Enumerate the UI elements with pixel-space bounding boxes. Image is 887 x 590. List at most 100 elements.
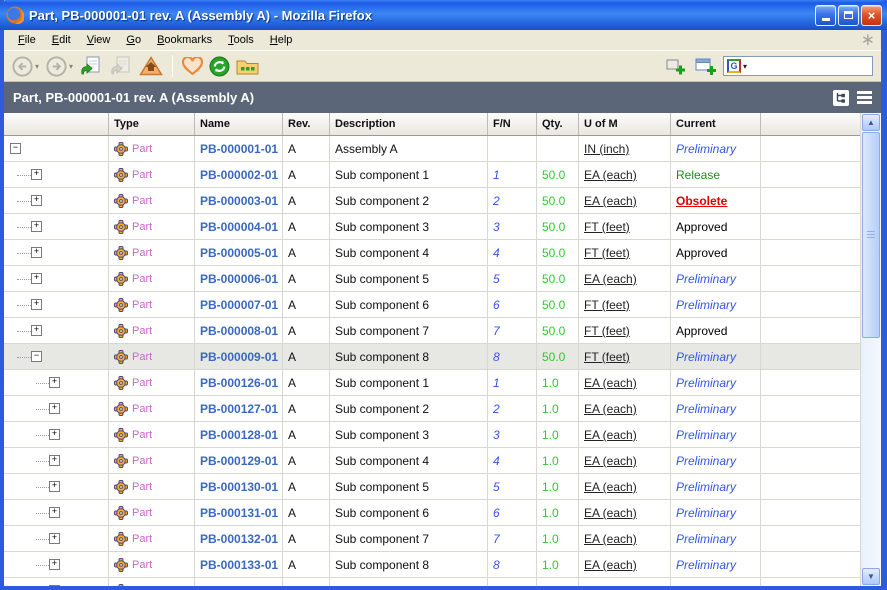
menu-file[interactable]: File (10, 31, 44, 49)
part-number-link[interactable]: PB-000128-01 (200, 428, 278, 442)
part-number-link[interactable]: PB-000132-01 (200, 532, 278, 546)
column-header-description[interactable]: Description (330, 113, 488, 135)
expand-toggle-icon[interactable]: + (31, 325, 42, 336)
expand-toggle-icon[interactable]: − (31, 351, 42, 362)
expand-toggle-icon[interactable]: + (31, 273, 42, 284)
part-number-link[interactable]: PB-000008-01 (200, 324, 278, 338)
uom-link[interactable]: FT (feet) (584, 324, 630, 338)
add-window-button[interactable] (693, 55, 719, 77)
back-dropdown-icon[interactable]: ▾ (35, 62, 39, 71)
expand-toggle-icon[interactable]: + (49, 403, 60, 414)
table-row[interactable]: + Part PB-000008-01 A Sub component 7 7 … (4, 318, 860, 344)
part-number-link[interactable]: PB-000131-01 (200, 506, 278, 520)
column-header-rev[interactable]: Rev. (283, 113, 330, 135)
column-header-name[interactable]: Name (195, 113, 283, 135)
favorites-heart-button[interactable] (181, 56, 204, 77)
uom-link[interactable]: EA (each) (584, 506, 637, 520)
part-number-link[interactable]: PB-000004-01 (200, 220, 278, 234)
google-search-icon[interactable]: G (727, 59, 741, 73)
table-row[interactable]: + Part PB-000004-01 A Sub component 3 3 … (4, 214, 860, 240)
uom-link[interactable]: EA (each) (584, 532, 637, 546)
part-number-link[interactable]: PB-000005-01 (200, 246, 278, 260)
uom-link[interactable]: FT (feet) (584, 350, 630, 364)
menu-go[interactable]: Go (118, 31, 149, 49)
table-row[interactable]: + Part PB-000129-01 A Sub component 4 4 … (4, 448, 860, 474)
column-header-type[interactable]: Type (109, 113, 195, 135)
menu-view[interactable]: View (79, 31, 119, 49)
expand-toggle-icon[interactable]: + (31, 247, 42, 258)
table-row[interactable]: + Part PB-000007-01 A Sub component 6 6 … (4, 292, 860, 318)
uom-link[interactable]: EA (each) (584, 454, 637, 468)
column-header-current[interactable]: Current (671, 113, 761, 135)
column-header-fn[interactable]: F/N (488, 113, 537, 135)
reload-page-button[interactable] (78, 54, 104, 78)
expand-toggle-icon[interactable]: + (49, 585, 60, 586)
expand-toggle-icon[interactable]: − (10, 143, 21, 154)
home-button[interactable] (138, 55, 164, 77)
expand-toggle-icon[interactable]: + (31, 299, 42, 310)
bom-tree-view-icon[interactable] (833, 90, 849, 106)
uom-link[interactable]: EA (each) (584, 402, 637, 416)
uom-link[interactable]: EA (each) (584, 168, 637, 182)
scroll-down-button[interactable]: ▼ (862, 568, 880, 585)
part-number-link[interactable]: PB-000002-01 (200, 168, 278, 182)
forward-button[interactable]: ▾ (44, 54, 74, 79)
refresh-button[interactable] (208, 55, 231, 78)
part-number-link[interactable]: PB-000006-01 (200, 272, 278, 286)
column-header-expand[interactable] (4, 113, 109, 135)
expand-toggle-icon[interactable]: + (49, 481, 60, 492)
part-number-link[interactable]: PB-000126-01 (200, 376, 278, 390)
uom-link[interactable]: FT (feet) (584, 246, 630, 260)
table-row[interactable]: + Part (4, 578, 860, 586)
minimize-button[interactable] (815, 5, 836, 26)
search-engine-dropdown-icon[interactable]: ▾ (743, 62, 747, 71)
folder-button[interactable] (235, 57, 260, 76)
maximize-button[interactable] (838, 5, 859, 26)
column-header-qty[interactable]: Qty. (537, 113, 579, 135)
table-row[interactable]: + Part PB-000003-01 A Sub component 2 2 … (4, 188, 860, 214)
expand-toggle-icon[interactable]: + (49, 377, 60, 388)
uom-link[interactable]: EA (each) (584, 558, 637, 572)
uom-link[interactable]: EA (each) (584, 194, 637, 208)
add-item-button[interactable] (663, 55, 689, 77)
close-button[interactable]: × (861, 5, 882, 26)
part-number-link[interactable]: PB-000129-01 (200, 454, 278, 468)
part-number-link[interactable]: PB-000001-01 (200, 142, 278, 156)
table-row[interactable]: + Part PB-000132-01 A Sub component 7 7 … (4, 526, 860, 552)
expand-toggle-icon[interactable]: + (49, 559, 60, 570)
uom-link[interactable]: EA (each) (584, 376, 637, 390)
table-row[interactable]: + Part PB-000133-01 A Sub component 8 8 … (4, 552, 860, 578)
part-number-link[interactable]: PB-000130-01 (200, 480, 278, 494)
part-number-link[interactable]: PB-000127-01 (200, 402, 278, 416)
part-number-link[interactable]: PB-000133-01 (200, 558, 278, 572)
menu-bookmarks[interactable]: Bookmarks (149, 31, 220, 49)
expand-toggle-icon[interactable]: + (31, 221, 42, 232)
menu-tools[interactable]: Tools (220, 31, 262, 49)
part-number-link[interactable]: PB-000007-01 (200, 298, 278, 312)
uom-link[interactable]: EA (each) (584, 272, 637, 286)
table-row[interactable]: + Part PB-000006-01 A Sub component 5 5 … (4, 266, 860, 292)
expand-toggle-icon[interactable]: + (49, 429, 60, 440)
stop-page-button[interactable] (108, 54, 134, 78)
table-row[interactable]: + Part PB-000128-01 A Sub component 3 3 … (4, 422, 860, 448)
table-row[interactable]: + Part PB-000131-01 A Sub component 6 6 … (4, 500, 860, 526)
expand-toggle-icon[interactable]: + (49, 507, 60, 518)
vertical-scrollbar[interactable]: ▲ ▼ (860, 113, 881, 586)
table-row[interactable]: + Part PB-000127-01 A Sub component 2 2 … (4, 396, 860, 422)
table-row[interactable]: + Part PB-000002-01 A Sub component 1 1 … (4, 162, 860, 188)
scrollbar-thumb[interactable] (862, 132, 880, 338)
table-row[interactable]: + Part PB-000130-01 A Sub component 5 5 … (4, 474, 860, 500)
table-row[interactable]: − Part PB-000001-01 A Assembly A IN (inc… (4, 136, 860, 162)
uom-link[interactable]: EA (each) (584, 480, 637, 494)
expand-toggle-icon[interactable]: + (31, 169, 42, 180)
forward-dropdown-icon[interactable]: ▾ (69, 62, 73, 71)
uom-link[interactable]: IN (inch) (584, 142, 629, 156)
search-input[interactable] (749, 60, 869, 72)
part-number-link[interactable]: PB-000003-01 (200, 194, 278, 208)
uom-link[interactable]: EA (each) (584, 428, 637, 442)
expand-toggle-icon[interactable]: + (49, 455, 60, 466)
table-row[interactable]: − Part PB-000009-01 A Sub component 8 8 … (4, 344, 860, 370)
part-number-link[interactable]: PB-000009-01 (200, 350, 278, 364)
column-header-uom[interactable]: U of M (579, 113, 671, 135)
list-view-icon[interactable] (857, 91, 872, 104)
